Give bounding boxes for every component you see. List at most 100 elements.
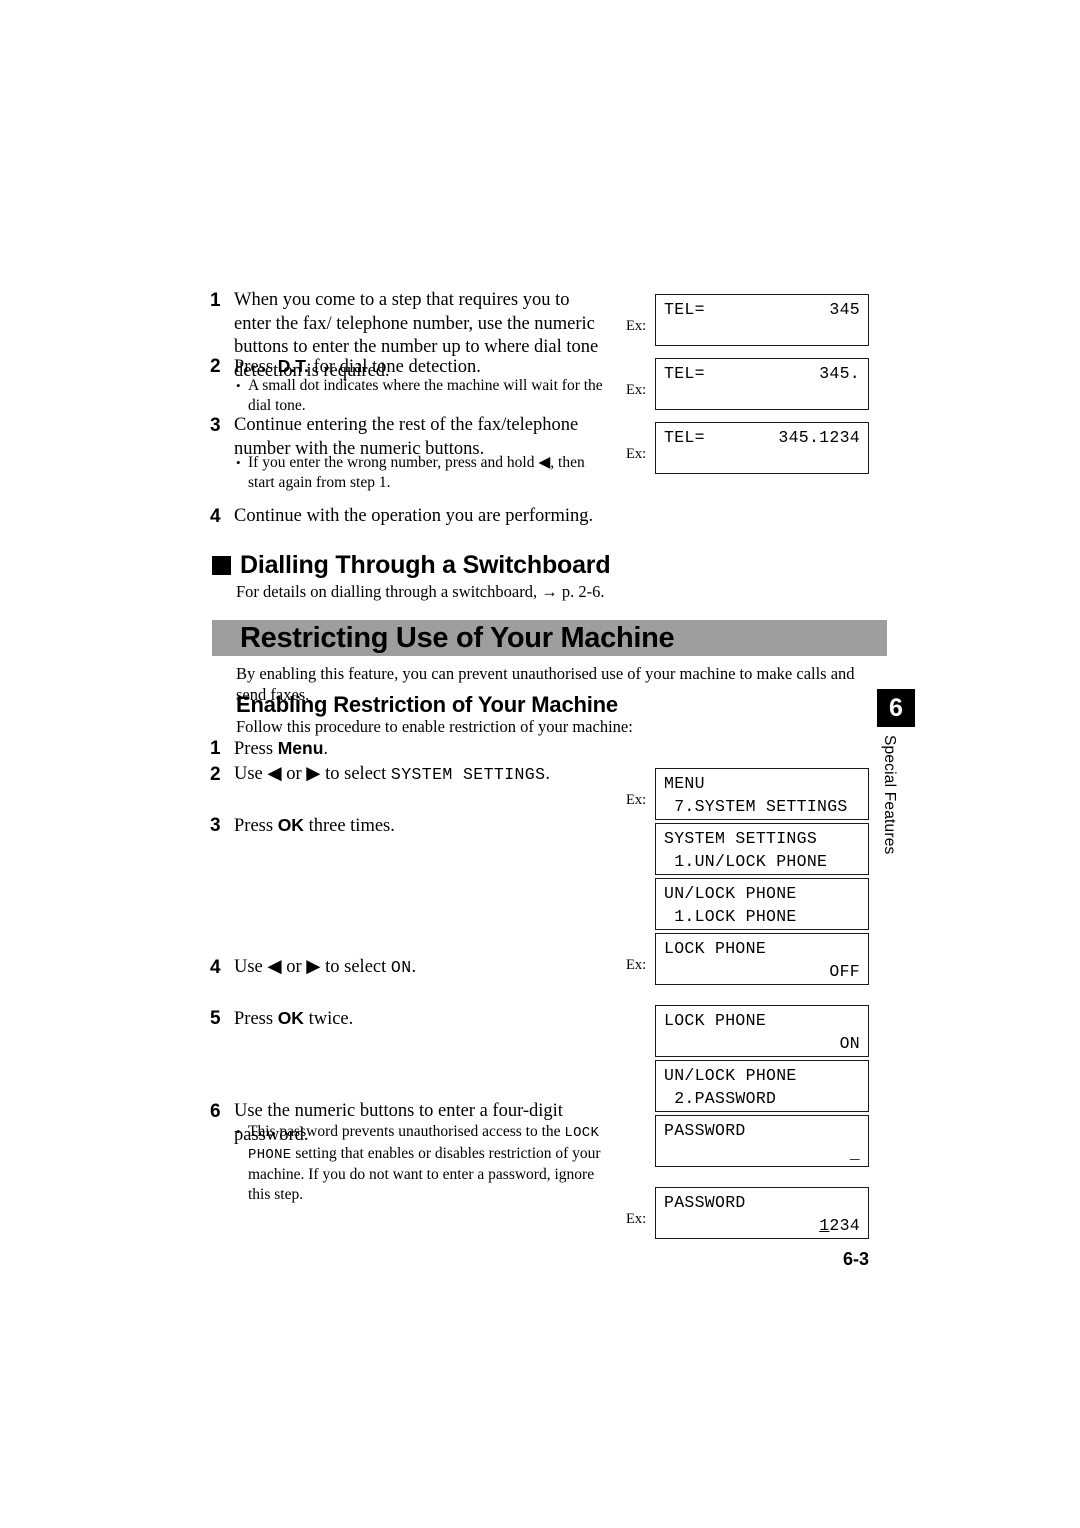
step-text-before: Use ◀ or ▶ to select <box>234 957 391 977</box>
step-6-bullets: • This password prevents unauthorised ac… <box>236 1122 611 1204</box>
lcd-line-1: PASSWORD <box>664 1193 746 1212</box>
example-label: Ex: <box>626 446 647 462</box>
step-text-before: Use ◀ or ▶ to select <box>234 764 391 784</box>
page-number: 6-3 <box>843 1249 870 1269</box>
button-name-ok: OK <box>277 1008 304 1028</box>
lcd-cursor-digit: 1 <box>819 1216 830 1235</box>
lcd-screen: PASSWORD 1234 <box>655 1187 869 1239</box>
lcd-menu-name: ON <box>390 958 412 977</box>
lcd-line-2: 1.UN/LOCK PHONE <box>664 852 828 871</box>
lcd-line-1: SYSTEM SETTINGS <box>664 829 818 848</box>
step-number: 4 <box>210 506 221 527</box>
restrict-step-row-3: 3 Press OK three times. <box>210 814 610 839</box>
lcd-line-2: 1234 <box>664 1214 860 1237</box>
heading-dialling-switchboard: Dialling Through a Switchboard <box>212 551 611 579</box>
step-number: 4 <box>210 957 221 978</box>
example-label: Ex: <box>626 1211 647 1227</box>
lcd-line-1: LOCK PHONE <box>664 1011 767 1030</box>
lcd-line-2: ON <box>839 1034 860 1053</box>
lcd-line-1: LOCK PHONE <box>664 939 767 958</box>
lcd-screen: TEL= 345. <box>655 358 869 410</box>
heading-enabling-restriction: Enabling Restriction of Your Machine <box>236 692 618 717</box>
step-text-before: Press <box>234 816 278 836</box>
lcd-display-password-1234: Ex: PASSWORD 1234 <box>626 1187 869 1239</box>
lcd-display-system-settings: SYSTEM SETTINGS 1.UN/LOCK PHONE <box>655 823 869 875</box>
step-number: 5 <box>210 1008 221 1029</box>
step-text: Use ◀ or ▶ to select ON. <box>234 956 416 980</box>
step-text: Press Menu. <box>234 737 328 762</box>
bullet-dot-icon: • <box>236 378 241 393</box>
enabling-restriction-body: Follow this procedure to enable restrict… <box>236 717 633 736</box>
step-number: 1 <box>210 290 221 311</box>
lcd-line-1: UN/LOCK PHONE <box>664 884 797 903</box>
banner-title: Restricting Use of Your Machine <box>240 622 675 654</box>
lcd-label: TEL= <box>664 300 705 319</box>
lcd-line-2 <box>664 321 860 344</box>
lcd-screen: UN/LOCK PHONE 2.PASSWORD <box>655 1060 869 1112</box>
lcd-label: TEL= <box>664 428 705 447</box>
bullet-item: • If you enter the wrong number, press a… <box>236 453 611 492</box>
lcd-line-2 <box>664 385 860 408</box>
step-text-after: three times. <box>303 816 395 836</box>
step-number: 2 <box>210 356 221 377</box>
bullet-text-part: This password prevents unauthorised acce… <box>248 1123 565 1140</box>
button-name-dt: D.T. <box>277 356 309 376</box>
lcd-display-1: Ex: TEL= 345 <box>626 294 869 346</box>
step-3-bullets: • If you enter the wrong number, press a… <box>236 453 611 492</box>
step-text-after: twice. <box>303 1009 354 1029</box>
lcd-display-lock-phone-on: LOCK PHONE ON <box>655 1005 869 1057</box>
lcd-label: TEL= <box>664 364 705 383</box>
example-label: Ex: <box>626 382 647 398</box>
restrict-step-row-4: 4 Use ◀ or ▶ to select ON. <box>210 956 610 980</box>
bullet-text-part: setting that enables or disables restric… <box>248 1144 601 1203</box>
example-label: Ex: <box>626 957 647 973</box>
bullet-text: A small dot indicates where the machine … <box>248 377 603 414</box>
lcd-menu-name: SYSTEM SETTINGS <box>390 765 546 784</box>
step-text: Press OK twice. <box>234 1007 353 1032</box>
restrict-step-row-5: 5 Press OK twice. <box>210 1007 610 1032</box>
lcd-screen: SYSTEM SETTINGS 1.UN/LOCK PHONE <box>655 823 869 875</box>
lcd-line-1: TEL= 345.1234 <box>664 426 860 449</box>
lcd-line-1: MENU <box>664 774 705 793</box>
step-number: 3 <box>210 815 221 836</box>
step-text-before: Press <box>234 1009 278 1029</box>
step-text: Use ◀ or ▶ to select SYSTEM SETTINGS. <box>234 763 550 787</box>
switchboard-body-text: For details on dialling through a switch… <box>236 582 605 601</box>
example-label: Ex: <box>626 318 647 334</box>
bullet-text: This password prevents unauthorised acce… <box>248 1122 611 1204</box>
lcd-screen: MENU 7.SYSTEM SETTINGS <box>655 768 869 820</box>
lcd-display-group-top: Ex: TEL= 345 Ex: TEL= 345. Ex: TEL= 345.123… <box>626 294 869 474</box>
lcd-line-1: TEL= 345. <box>664 362 860 385</box>
step-number: 1 <box>210 738 221 759</box>
lcd-screen: LOCK PHONE OFF <box>655 933 869 985</box>
section-banner-restricting-use: Restricting Use of Your Machine <box>212 620 887 656</box>
bullet-item: • This password prevents unauthorised ac… <box>236 1122 611 1204</box>
step-text-before: Press <box>234 739 278 759</box>
bullet-dot-icon: • <box>236 455 241 470</box>
chapter-tab-box: 6 <box>877 689 915 727</box>
lcd-display-group-bottom: Ex: MENU 7.SYSTEM SETTINGS SYSTEM SETTIN… <box>626 768 869 1239</box>
chapter-label: Special Features <box>881 735 898 855</box>
lcd-line-2: 2.PASSWORD <box>664 1089 777 1108</box>
step-text-after: . <box>323 739 329 759</box>
lcd-line-2: 1.LOCK PHONE <box>664 907 797 926</box>
lcd-line-1: TEL= 345 <box>664 298 860 321</box>
lcd-cursor: _ <box>849 1144 860 1163</box>
lcd-line-2: OFF <box>829 962 860 981</box>
step-text-after: for dial tone detection. <box>308 357 481 377</box>
button-name-ok: OK <box>277 815 304 835</box>
restrict-step-row-2: 2 Use ◀ or ▶ to select SYSTEM SETTINGS. <box>210 763 630 787</box>
restrict-step-row-1: 1 Press Menu. <box>210 737 610 762</box>
bullet-text: If you enter the wrong number, press and… <box>248 454 585 491</box>
lcd-display-lock-phone-off: Ex: LOCK PHONE OFF <box>626 933 869 985</box>
button-name-menu: Menu <box>277 738 324 758</box>
lcd-screen: PASSWORD _ <box>655 1115 869 1167</box>
step-text: Press OK three times. <box>234 814 395 839</box>
lcd-display-3: Ex: TEL= 345.1234 <box>626 422 869 474</box>
lcd-screen: TEL= 345.1234 <box>655 422 869 474</box>
lcd-password-rest: 234 <box>829 1216 860 1235</box>
lcd-line-2 <box>664 449 860 472</box>
step-2-bullets: • A small dot indicates where the machin… <box>236 376 611 415</box>
step-number: 6 <box>210 1101 221 1122</box>
lcd-line-1: PASSWORD <box>664 1121 746 1140</box>
